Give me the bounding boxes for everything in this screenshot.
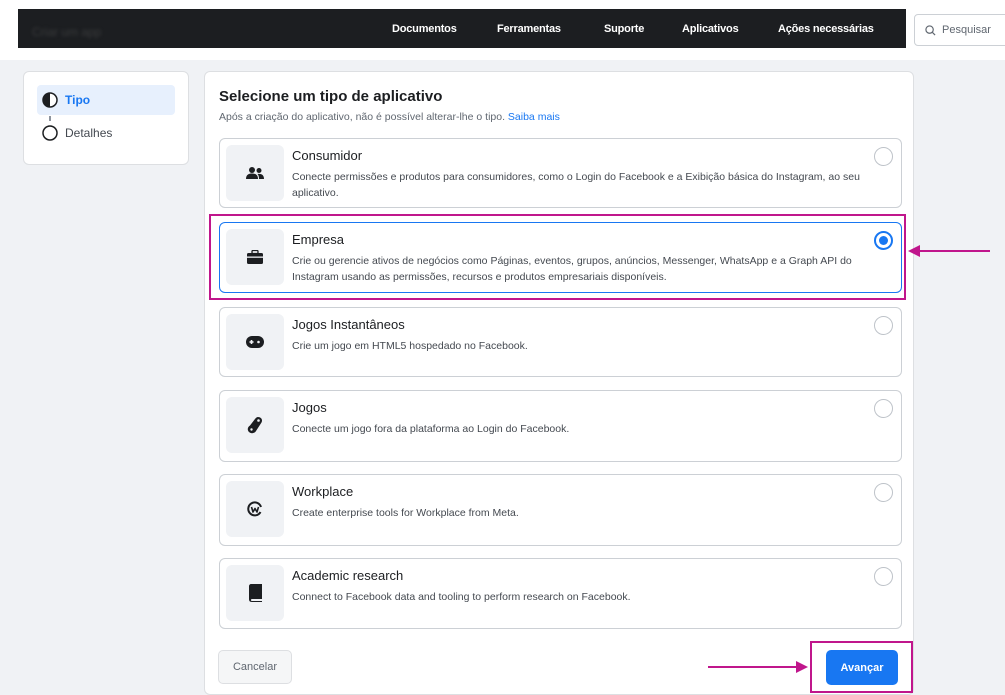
option-jogos-instantaneos[interactable]: Jogos Instantâneos Crie um jogo em HTML5… bbox=[219, 307, 902, 377]
next-button[interactable]: Avançar bbox=[826, 650, 898, 685]
option-icon-box bbox=[226, 481, 284, 537]
arrow-right-icon bbox=[708, 661, 808, 673]
top-bar: Criar um app Documentos Ferramentas Supo… bbox=[0, 0, 1005, 60]
arrow-left-icon bbox=[908, 245, 990, 257]
option-title: Workplace bbox=[292, 484, 354, 499]
option-icon-box bbox=[226, 397, 284, 453]
option-radio[interactable] bbox=[874, 567, 893, 586]
page-title: Selecione um tipo de aplicativo bbox=[219, 88, 443, 105]
book-icon bbox=[248, 584, 262, 602]
option-description: Conecte um jogo fora da plataforma ao Lo… bbox=[292, 423, 570, 435]
people-icon bbox=[246, 167, 264, 179]
search-icon bbox=[925, 24, 936, 36]
option-radio[interactable] bbox=[874, 399, 893, 418]
option-description: Connect to Facebook data and tooling to … bbox=[292, 591, 631, 603]
joystick-icon bbox=[247, 417, 263, 434]
option-academic-research[interactable]: Academic research Connect to Facebook da… bbox=[219, 558, 902, 629]
option-title: Academic research bbox=[292, 568, 404, 583]
step-label: Detalhes bbox=[65, 126, 113, 140]
option-description: Conecte permissões e produtos para consu… bbox=[292, 171, 860, 199]
nav-suporte[interactable]: Suporte bbox=[604, 9, 644, 48]
app-name: Criar um app bbox=[32, 25, 102, 39]
nav-ferramentas[interactable]: Ferramentas bbox=[497, 9, 561, 48]
step-tipo[interactable]: Tipo bbox=[37, 85, 175, 115]
option-description: Crie um jogo em HTML5 hospedado no Faceb… bbox=[292, 340, 528, 352]
circle-icon bbox=[42, 125, 58, 141]
option-title: Jogos bbox=[292, 400, 327, 415]
search-input[interactable]: Pesquisar bbox=[914, 14, 1005, 46]
learn-more-link[interactable]: Saiba mais bbox=[508, 111, 560, 123]
page-subtitle: Após a criação do aplicativo, não é poss… bbox=[219, 111, 560, 123]
option-title: Consumidor bbox=[292, 148, 363, 163]
cancel-button[interactable]: Cancelar bbox=[218, 650, 292, 684]
option-icon-box bbox=[226, 314, 284, 370]
option-description: Create enterprise tools for Workplace fr… bbox=[292, 507, 519, 519]
option-title: Jogos Instantâneos bbox=[292, 317, 405, 332]
option-jogos[interactable]: Jogos Conecte um jogo fora da plataforma… bbox=[219, 390, 902, 462]
half-circle-icon bbox=[42, 92, 58, 108]
nav-documentos[interactable]: Documentos bbox=[392, 9, 457, 48]
option-radio[interactable] bbox=[874, 483, 893, 502]
step-label: Tipo bbox=[65, 93, 91, 107]
nav-acoes-necessarias[interactable]: Ações necessárias bbox=[778, 9, 874, 48]
option-workplace[interactable]: Workplace Create enterprise tools for Wo… bbox=[219, 474, 902, 546]
option-icon-box bbox=[226, 145, 284, 201]
option-radio[interactable] bbox=[874, 147, 893, 166]
nav-aplicativos[interactable]: Aplicativos bbox=[682, 9, 739, 48]
gamepad-icon bbox=[246, 336, 264, 348]
option-radio[interactable] bbox=[874, 316, 893, 335]
step-detalhes[interactable]: Detalhes bbox=[42, 118, 112, 148]
highlight-box-empresa bbox=[209, 214, 906, 300]
step-indicator: Tipo Detalhes bbox=[23, 71, 189, 165]
app-type-panel: Selecione um tipo de aplicativo Após a c… bbox=[204, 71, 914, 695]
option-icon-box bbox=[226, 565, 284, 621]
search-placeholder: Pesquisar bbox=[942, 24, 991, 36]
top-nav-bar: Criar um app Documentos Ferramentas Supo… bbox=[18, 9, 906, 48]
workplace-icon bbox=[247, 501, 262, 517]
option-consumidor[interactable]: Consumidor Conecte permissões e produtos… bbox=[219, 138, 902, 208]
